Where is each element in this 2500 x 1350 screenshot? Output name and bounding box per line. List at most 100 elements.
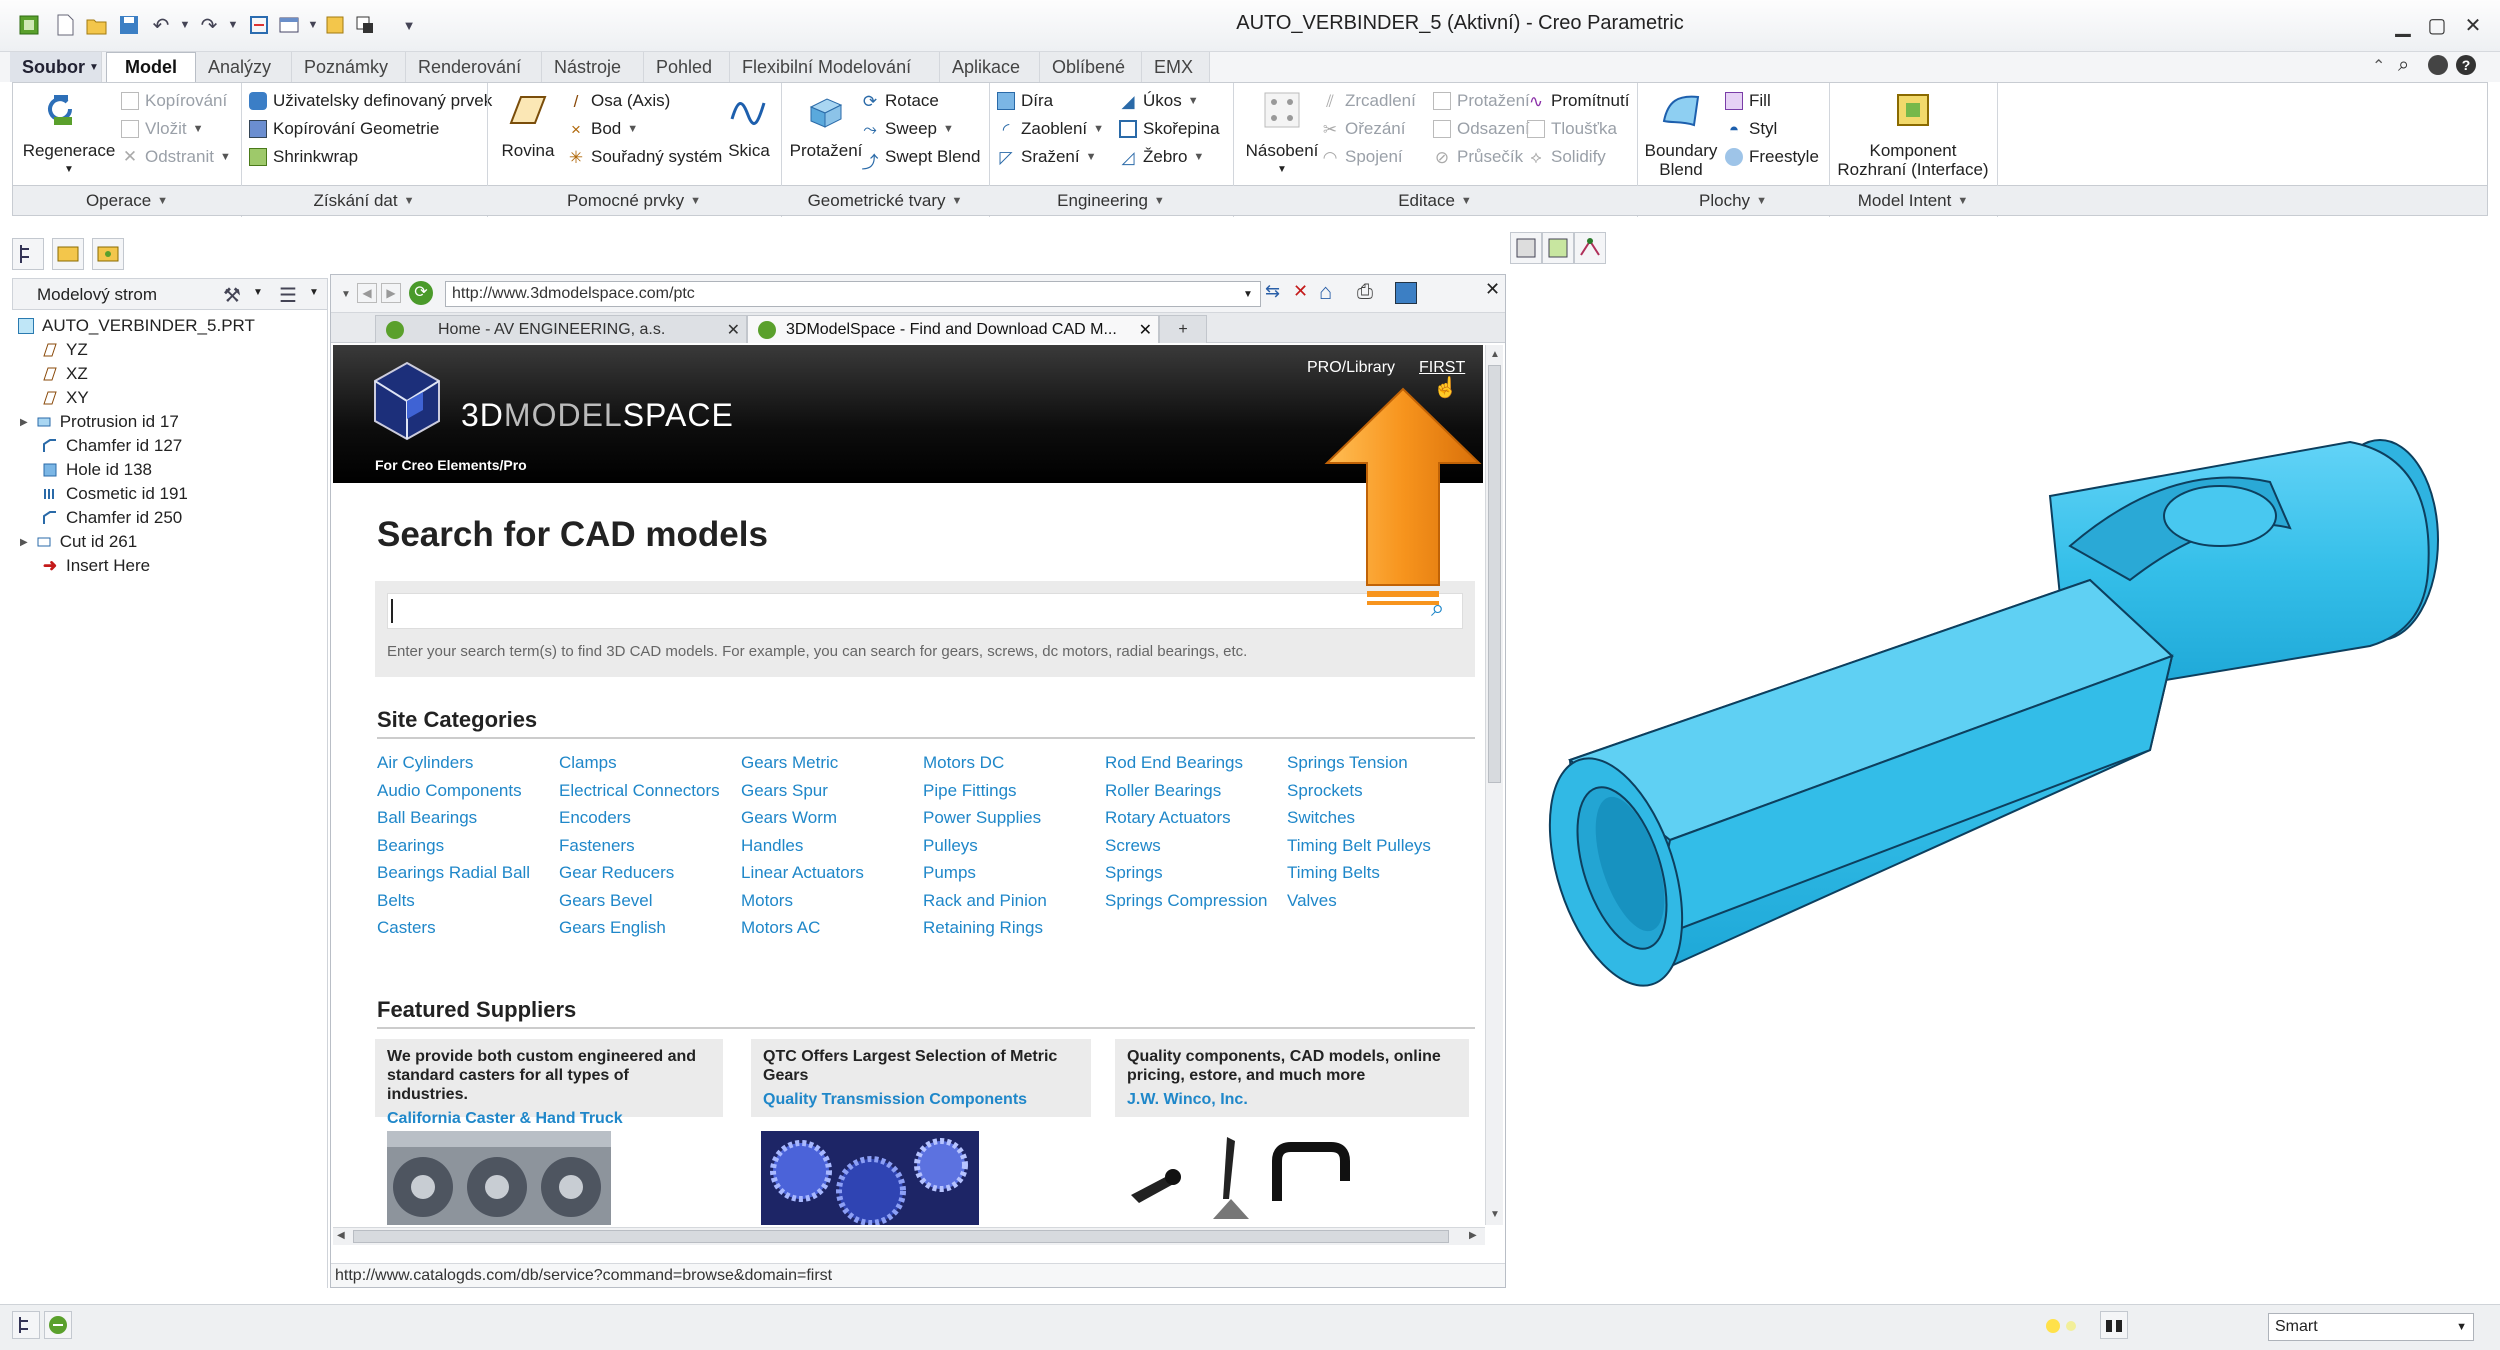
nav-link-prolibrary[interactable]: PRO/Library (1307, 359, 1395, 377)
category-link[interactable]: Rotary Actuators (1105, 808, 1231, 835)
open-file-icon[interactable] (84, 12, 110, 38)
prusecik-button[interactable]: ⊘ Průsečík (1433, 143, 1530, 171)
souradny-system-button[interactable]: ✳ Souřadný systém (567, 143, 722, 171)
category-link[interactable]: Valves (1287, 891, 1337, 918)
url-dropdown-icon[interactable]: ▼ (1243, 289, 1253, 300)
scroll-up-icon[interactable]: ▲ (1490, 349, 1500, 360)
category-link[interactable]: Gears English (559, 918, 666, 945)
collapse-ribbon-icon[interactable]: ⌃ (2372, 56, 2385, 76)
category-link[interactable]: Roller Bearings (1105, 781, 1221, 808)
expand-icon[interactable]: ▶ (20, 537, 28, 548)
3d-part-model[interactable] (1530, 420, 2440, 1020)
minimize-button[interactable]: ▁ (2386, 10, 2420, 40)
category-link[interactable]: Screws (1105, 836, 1161, 863)
tree-node-protrusion[interactable]: ▶ Protrusion id 17 (20, 410, 179, 434)
new-tab-button[interactable]: + (1159, 315, 1207, 343)
odstranit-button[interactable]: ✕ Odstranit ▼ (121, 143, 231, 171)
category-link[interactable]: Electrical Connectors (559, 781, 720, 808)
save-icon[interactable] (116, 12, 142, 38)
supplier-link[interactable]: J.W. Winco, Inc. (1127, 1091, 1457, 1109)
help-icon[interactable]: ? (2456, 55, 2476, 75)
show-navigator-icon[interactable] (12, 1311, 40, 1339)
tab-poznamky[interactable]: Poznámky (292, 52, 406, 82)
tree-node-part[interactable]: AUTO_VERBINDER_5.PRT (18, 314, 255, 338)
category-link[interactable]: Motors DC (923, 753, 1004, 780)
nasobeni-button[interactable]: Násobení ▼ (1237, 87, 1327, 179)
tab-model[interactable]: Model (106, 52, 196, 82)
tree-node-cosmetic[interactable]: Cosmetic id 191 (42, 482, 188, 506)
category-link[interactable]: Pumps (923, 863, 976, 890)
supplier-card-winco[interactable]: Quality components, CAD models, online p… (1115, 1039, 1469, 1117)
category-link[interactable]: Rod End Bearings (1105, 753, 1243, 780)
rovina-button[interactable]: Rovina (493, 87, 563, 160)
supplier-link[interactable]: Quality Transmission Components (763, 1091, 1079, 1109)
tree-show-dropdown-icon[interactable]: ▼ (309, 287, 319, 298)
srazeni-button[interactable]: ◸ Sražení ▼ (997, 143, 1104, 171)
redo-dropdown-icon[interactable]: ▼ (220, 12, 246, 38)
casters-image[interactable] (387, 1131, 611, 1225)
zrcadleni-button[interactable]: ⫽ Zrcadlení (1321, 87, 1416, 115)
fill-button[interactable]: Fill (1725, 87, 1819, 115)
zaobleni-button[interactable]: ◜ Zaoblení ▼ (997, 115, 1104, 143)
category-link[interactable]: Retaining Rings (923, 918, 1043, 945)
new-file-icon[interactable] (52, 12, 78, 38)
back-icon[interactable]: ◀ (357, 283, 377, 303)
find-icon[interactable] (2100, 1311, 2128, 1339)
search-icon[interactable]: ⌕ (2398, 54, 2409, 77)
orezani-button[interactable]: ✂ Ořezání (1321, 115, 1416, 143)
browser-tab-3dmodelspace[interactable]: 3DModelSpace - Find and Download CAD M..… (747, 315, 1159, 343)
undo-dropdown-icon[interactable]: ▼ (172, 12, 198, 38)
category-link[interactable]: Ball Bearings (377, 808, 477, 835)
category-link[interactable]: Timing Belt Pulleys (1287, 836, 1431, 863)
category-link[interactable]: Power Supplies (923, 808, 1041, 835)
close-tab-icon[interactable]: ✕ (727, 320, 740, 340)
tree-node-hole[interactable]: Hole id 138 (42, 458, 152, 482)
undo-icon[interactable]: ↶ (148, 12, 174, 38)
group-plochy[interactable]: Plochy ▼ (1637, 186, 1829, 216)
print-icon[interactable]: ⎙ (1357, 281, 1373, 304)
category-link[interactable]: Switches (1287, 808, 1355, 835)
customize-toolbar-icon[interactable]: ▼ (396, 12, 422, 38)
tree-node-chamfer-127[interactable]: Chamfer id 127 (42, 434, 182, 458)
close-window-quick-icon[interactable] (322, 12, 348, 38)
tree-node-insert-here[interactable]: ➜ Insert Here (42, 554, 150, 578)
boundary-blend-button[interactable]: Boundary Blend (1641, 87, 1721, 179)
category-link[interactable]: Gears Spur (741, 781, 828, 808)
tree-node-chamfer-250[interactable]: Chamfer id 250 (42, 506, 182, 530)
group-model-intent[interactable]: Model Intent ▼ (1829, 186, 1997, 216)
tree-show-icon[interactable]: ☰ (279, 283, 297, 308)
ukos-button[interactable]: ◢ Úkos ▼ (1119, 87, 1220, 115)
search-input[interactable] (387, 593, 1463, 629)
close-browser-icon[interactable]: ✕ (1485, 279, 1500, 300)
group-operace[interactable]: Operace ▼ (13, 186, 241, 216)
solidify-button[interactable]: ⟡ Solidify (1527, 143, 1629, 171)
odsazeni-button[interactable]: Odsazení (1433, 115, 1530, 143)
group-geometricke-tvary[interactable]: Geometrické tvary ▼ (781, 186, 989, 216)
tree-settings-dropdown-icon[interactable]: ▼ (253, 287, 263, 298)
category-link[interactable]: Pulleys (923, 836, 978, 863)
tree-node-cut[interactable]: ▶ Cut id 261 (20, 530, 137, 554)
model-display-icon[interactable] (1542, 232, 1574, 264)
skorepina-button[interactable]: Skořepina (1119, 115, 1220, 143)
scroll-right-icon[interactable]: ▶ (1469, 1230, 1477, 1241)
category-link[interactable]: Pipe Fittings (923, 781, 1017, 808)
category-link[interactable]: Springs Tension (1287, 753, 1408, 780)
tree-node-xy[interactable]: XY (42, 386, 89, 410)
category-link[interactable]: Gears Worm (741, 808, 837, 835)
category-link[interactable]: Casters (377, 918, 436, 945)
tab-renderovani[interactable]: Renderování (406, 52, 542, 82)
close-button[interactable]: ✕ (2456, 10, 2490, 40)
browser-tab-home[interactable]: Home - AV ENGINEERING, a.s. ✕ (375, 315, 747, 343)
favorites-tab-icon[interactable] (92, 238, 124, 270)
category-link[interactable]: Bearings Radial Ball (377, 863, 530, 890)
stop-icon[interactable]: ✕ (1293, 281, 1308, 302)
tab-emx[interactable]: EMX (1142, 52, 1210, 82)
refresh-icon[interactable]: ⇆ (1265, 281, 1280, 302)
bod-button[interactable]: × Bod ▼ (567, 115, 722, 143)
home-icon[interactable]: ⌂ (1319, 279, 1332, 305)
category-link[interactable]: Springs (1105, 863, 1163, 890)
settings-icon[interactable] (2428, 55, 2448, 75)
freestyle-button[interactable]: Freestyle (1725, 143, 1819, 171)
maximize-button[interactable]: ▢ (2420, 10, 2454, 40)
group-engineering[interactable]: Engineering ▼ (989, 186, 1233, 216)
